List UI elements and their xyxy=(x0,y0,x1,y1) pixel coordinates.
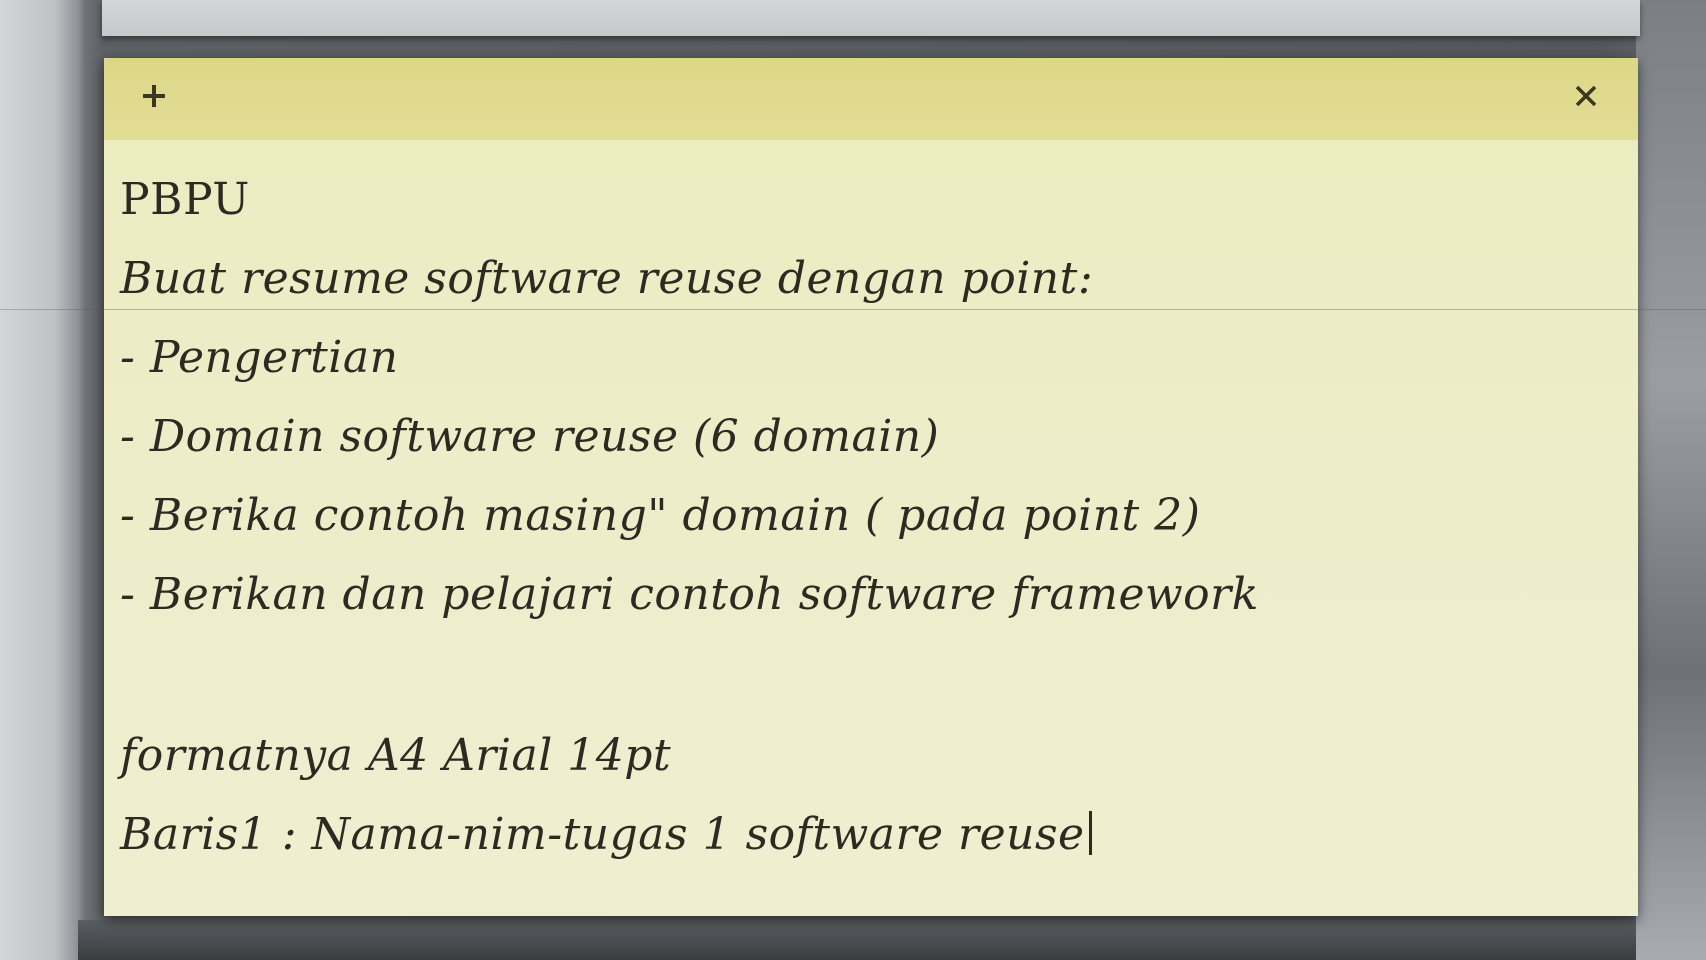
desktop-background-bottom xyxy=(78,920,1636,960)
sticky-note-text-area[interactable]: PBPU Buat resume software reuse dengan p… xyxy=(120,160,1600,874)
close-note-button[interactable] xyxy=(1562,72,1610,120)
note-line-baris1: Baris1 : Nama-nim-tugas 1 software reuse xyxy=(120,795,1600,874)
note-line-point-4: - Berikan dan pelajari contoh software f… xyxy=(120,569,1259,620)
plus-icon xyxy=(143,85,165,107)
sticky-note[interactable]: PBPU Buat resume software reuse dengan p… xyxy=(104,58,1638,916)
new-note-button[interactable] xyxy=(130,72,178,120)
desktop-background-left xyxy=(0,0,78,960)
screen-scan-line xyxy=(0,309,1706,310)
close-icon xyxy=(1575,85,1597,107)
note-title: PBPU xyxy=(120,174,250,225)
note-line-point-3: - Berika contoh masing" domain ( pada po… xyxy=(120,490,1201,541)
note-line-blank xyxy=(120,634,1600,716)
sticky-note-header[interactable] xyxy=(104,58,1638,140)
desktop-background-right xyxy=(1636,0,1706,960)
note-line-point-1: - Pengertian xyxy=(120,332,399,383)
note-line-baris1-text: Baris1 : Nama-nim-tugas 1 software reuse xyxy=(120,809,1085,860)
sticky-note-behind[interactable] xyxy=(102,0,1640,36)
note-line-point-2: - Domain software reuse (6 domain) xyxy=(120,411,940,462)
note-line-instruction: Buat resume software reuse dengan point: xyxy=(120,253,1094,304)
note-line-format: formatnya A4 Arial 14pt xyxy=(120,730,672,781)
text-cursor xyxy=(1088,811,1092,855)
